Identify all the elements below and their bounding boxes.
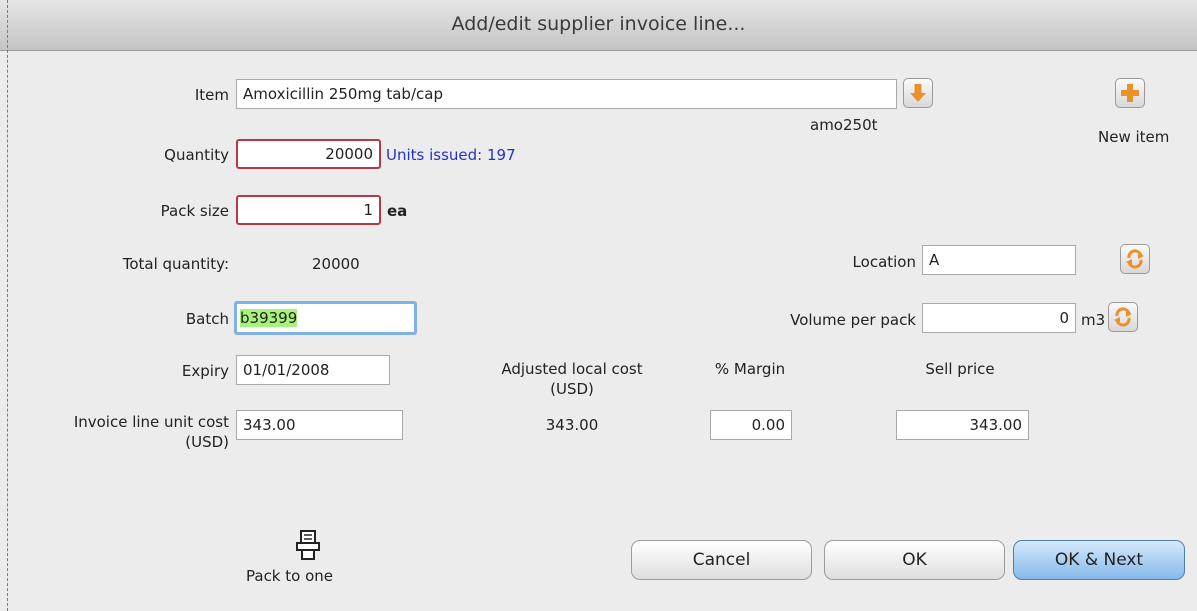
volume-unit: m3	[1081, 311, 1106, 329]
margin-input[interactable]: 0.00	[710, 410, 792, 440]
total-quantity-label: Total quantity:	[122, 255, 229, 273]
window-title: Add/edit supplier invoice line...	[451, 13, 746, 35]
batch-label: Batch	[185, 310, 229, 328]
volume-per-pack-input[interactable]: 0	[922, 303, 1076, 333]
units-issued-text: Units issued: 197	[386, 146, 516, 164]
quantity-input[interactable]: 20000	[236, 139, 381, 169]
arrow-down-icon	[910, 84, 926, 102]
cancel-button[interactable]: Cancel	[631, 540, 812, 580]
pack-size-unit: ea	[387, 202, 408, 220]
pack-size-input[interactable]: 1	[236, 195, 381, 225]
expiry-label: Expiry	[181, 362, 229, 380]
item-input[interactable]: Amoxicillin 250mg tab/cap	[236, 79, 897, 109]
new-item-label: New item	[1098, 128, 1170, 146]
batch-input[interactable]: b39399	[234, 301, 417, 335]
unit-cost-unit: (USD)	[185, 433, 229, 451]
window-left-edge	[0, 0, 8, 611]
item-dropdown-button[interactable]	[903, 78, 933, 108]
sell-price-label: Sell price	[925, 360, 995, 378]
item-code: amo250t	[810, 116, 878, 134]
unit-cost-label: Invoice line unit cost	[73, 413, 229, 431]
adjusted-cost-unit: (USD)	[550, 380, 594, 398]
volume-lookup-button[interactable]	[1108, 302, 1138, 332]
quantity-label: Quantity	[164, 146, 229, 164]
ok-button[interactable]: OK	[824, 540, 1005, 580]
cycle-icon	[1126, 249, 1144, 269]
expiry-input[interactable]: 01/01/2008	[236, 355, 390, 385]
location-lookup-button[interactable]	[1120, 244, 1150, 274]
location-input[interactable]: A	[922, 245, 1076, 275]
adjusted-cost-label: Adjusted local cost	[501, 360, 643, 378]
batch-value: b39399	[240, 309, 298, 327]
pack-to-one-button[interactable]	[296, 530, 320, 560]
pack-size-label: Pack size	[160, 202, 229, 220]
sell-price-input[interactable]: 343.00	[896, 410, 1029, 440]
volume-per-pack-label: Volume per pack	[790, 311, 916, 329]
location-label: Location	[852, 253, 916, 271]
new-item-button[interactable]	[1115, 78, 1145, 108]
total-quantity-value: 20000	[312, 255, 360, 273]
unit-cost-input[interactable]: 343.00	[236, 410, 403, 440]
cycle-icon	[1114, 307, 1132, 327]
pack-to-one-label: Pack to one	[246, 567, 334, 585]
adjusted-cost-value: 343.00	[545, 416, 599, 434]
item-label: Item	[194, 86, 229, 104]
ok-next-button[interactable]: OK & Next	[1013, 540, 1185, 580]
title-bar: Add/edit supplier invoice line...	[0, 0, 1197, 51]
margin-label: % Margin	[714, 360, 786, 378]
plus-icon	[1121, 84, 1139, 102]
pack-icon	[296, 530, 320, 560]
